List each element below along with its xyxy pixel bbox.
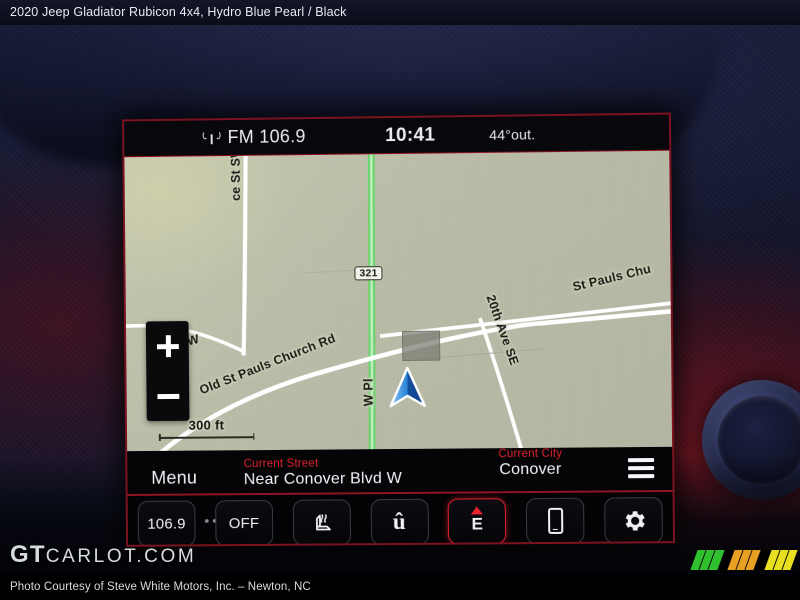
brand-stripes-logo [690, 550, 798, 570]
vehicle-position-marker [387, 366, 427, 410]
launcher-item-controls[interactable]: Controls [283, 499, 361, 545]
map-street-label: W Pl [361, 378, 376, 407]
map-canvas[interactable]: ce St SW Old St Pauls Church Rd Dr SW 20… [124, 150, 673, 452]
phone-icon[interactable] [526, 497, 585, 545]
current-street-value: Near Conover Blvd W [243, 470, 403, 489]
map-route-shield: 321 [354, 266, 383, 281]
uconnect-apps-icon[interactable]: û [370, 498, 429, 545]
uconnect-glyph: û [392, 508, 406, 535]
navigation-map[interactable]: ce St SW Old St Pauls Church Rd Dr SW 20… [124, 150, 673, 452]
status-outside-temperature: 44°out. [489, 125, 536, 143]
status-radio-source[interactable]: FM 106.9 [202, 126, 306, 148]
launcher-item-nav[interactable]: E Nav [438, 498, 517, 545]
status-clock[interactable]: 10:41 [385, 124, 435, 147]
gtcarlot-watermark: GTCARLOT.COM [10, 543, 196, 567]
map-street-label: ce St SW [228, 150, 244, 201]
gear-icon[interactable] [604, 497, 664, 544]
launcher-item-phone[interactable]: Phone [516, 497, 595, 545]
hamburger-menu-icon[interactable] [627, 457, 655, 479]
map-zoom-controls[interactable] [145, 321, 190, 422]
radio-frequency-icon[interactable]: 106.9 [137, 500, 196, 545]
current-city-block: Current City Conover [498, 447, 562, 480]
photo-courtesy-caption: Photo Courtesy of Steve White Motors, In… [0, 575, 800, 600]
launcher-item-climate[interactable]: OFF Climate [205, 499, 283, 545]
phone-handset-glyph [547, 507, 564, 534]
map-poi-building [402, 330, 441, 361]
launcher-item-apps[interactable]: û Apps [360, 498, 439, 545]
zoom-in-icon[interactable] [156, 335, 179, 358]
map-info-strip: Menu Current Street Near Conover Blvd W … [127, 446, 673, 496]
watermark-brand-bold: GT [10, 541, 46, 568]
photo-container: 2020 Jeep Gladiator Rubicon 4x4, Hydro B… [0, 0, 800, 600]
launcher-bar: ••• 106.9 Media OFF Climate Controls [127, 491, 674, 545]
uconnect-touchscreen[interactable]: FM 106.9 10:41 44°out. ce St SW Old St P… [124, 114, 674, 545]
map-scale-label: 300 ft [188, 417, 225, 433]
zoom-out-icon[interactable] [156, 385, 179, 407]
status-source-label: FM 106.9 [227, 126, 306, 148]
map-scale-bar: 300 ft [158, 417, 255, 441]
compass-heading-letter: E [471, 514, 484, 534]
map-scale-ruler [158, 433, 255, 441]
current-street-label: Current Street [243, 457, 319, 470]
radio-antenna-icon [202, 130, 221, 145]
vehicle-title-caption: 2020 Jeep Gladiator Rubicon 4x4, Hydro B… [0, 0, 800, 25]
heated-seat-icon[interactable] [292, 499, 351, 545]
compass-needle-icon: E [464, 506, 490, 536]
compass-nav-icon[interactable]: E [448, 498, 507, 545]
watermark-brand-rest: CARLOT.COM [45, 546, 197, 567]
current-city-value: Conover [499, 460, 562, 479]
launcher-item-media[interactable]: ••• 106.9 Media [128, 500, 228, 545]
current-street-block: Current Street Near Conover Blvd W [244, 457, 402, 491]
launcher-item-settings[interactable]: Settings [594, 497, 673, 545]
map-menu-button[interactable]: Menu [151, 468, 197, 489]
current-city-label: Current City [498, 447, 563, 460]
climate-off-icon[interactable]: OFF [214, 499, 274, 545]
